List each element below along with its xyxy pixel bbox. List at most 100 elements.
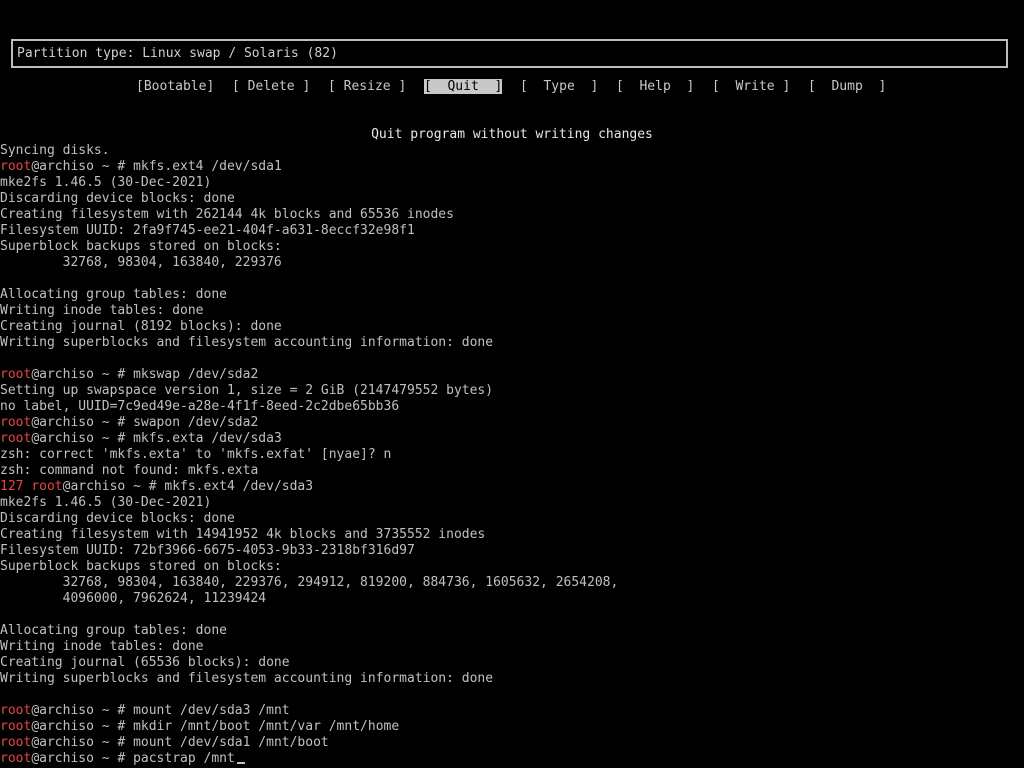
prompt-host: @archiso ~ # (31, 159, 134, 174)
command-text: mkswap /dev/sda2 (133, 367, 259, 382)
terminal-line: Superblock backups stored on blocks: (0, 239, 1024, 255)
command-text: mkdir /mnt/boot /mnt/var /mnt/home (133, 719, 400, 734)
terminal-prompt-line: 127 root@archiso ~ # mkfs.ext4 /dev/sda3 (0, 479, 1024, 495)
terminal-prompt-line: root@archiso ~ # pacstrap /mnt (0, 751, 1024, 767)
terminal-line: no label, UUID=7c9ed49e-a28e-4f1f-8eed-2… (0, 399, 1024, 415)
prompt-user: root (31, 479, 63, 494)
output-text: Creating journal (65536 blocks): done (0, 655, 290, 670)
terminal-line: Allocating group tables: done (0, 287, 1024, 303)
prompt-host: @archiso ~ # (31, 719, 134, 734)
output-text: 32768, 98304, 163840, 229376 (0, 255, 282, 270)
prompt-host: @archiso ~ # (31, 751, 134, 766)
menu-delete[interactable]: [ Delete ] (232, 79, 310, 95)
prompt-user: root (0, 159, 32, 174)
output-text: Superblock backups stored on blocks: (0, 239, 282, 254)
terminal-line: Writing superblocks and filesystem accou… (0, 335, 1024, 351)
output-text: Filesystem UUID: 72bf3966-6675-4053-9b33… (0, 543, 415, 558)
terminal-line: Superblock backups stored on blocks: (0, 559, 1024, 575)
terminal-line: Creating journal (65536 blocks): done (0, 655, 1024, 671)
command-text: mkfs.exta /dev/sda3 (133, 431, 282, 446)
menu-quit-label: [ Quit ] (424, 79, 503, 94)
terminal-prompt-line: root@archiso ~ # mount /dev/sda1 /mnt/bo… (0, 735, 1024, 751)
terminal-line: Creating filesystem with 14941952 4k blo… (0, 527, 1024, 543)
terminal-line: Creating filesystem with 262144 4k block… (0, 207, 1024, 223)
prompt-host: @archiso ~ # (31, 367, 134, 382)
output-text: 32768, 98304, 163840, 229376, 294912, 81… (0, 575, 619, 590)
output-text: zsh: command not found: mkfs.exta (0, 463, 259, 478)
menu-write[interactable]: [ Write ] (712, 79, 790, 95)
menu-dump[interactable]: [ Dump ] (808, 79, 886, 95)
terminal-line: Creating journal (8192 blocks): done (0, 319, 1024, 335)
terminal-line: 4096000, 7962624, 11239424 (0, 591, 1024, 607)
menu-resize-label: [ Resize ] (328, 79, 407, 94)
terminal-line: Allocating group tables: done (0, 623, 1024, 639)
terminal-line: 32768, 98304, 163840, 229376, 294912, 81… (0, 575, 1024, 591)
output-text: Discarding device blocks: done (0, 191, 235, 206)
terminal-prompt-line: root@archiso ~ # mkswap /dev/sda2 (0, 367, 1024, 383)
output-text: Allocating group tables: done (0, 287, 227, 302)
terminal-prompt-line: root@archiso ~ # swapon /dev/sda2 (0, 415, 1024, 431)
command-text: mount /dev/sda1 /mnt/boot (133, 735, 329, 750)
terminal-prompt-line: root@archiso ~ # mkfs.ext4 /dev/sda1 (0, 159, 1024, 175)
terminal-line: Discarding device blocks: done (0, 191, 1024, 207)
command-text: pacstrap /mnt (133, 751, 235, 766)
menu-type[interactable]: [ Type ] (520, 79, 598, 95)
prompt-host: @archiso ~ # (31, 431, 134, 446)
terminal-line: Syncing disks. (0, 143, 1024, 159)
output-text: Setting up swapspace version 1, size = 2… (0, 383, 494, 398)
output-text: Discarding device blocks: done (0, 511, 235, 526)
menu-bootable[interactable]: [Bootable] (136, 79, 214, 95)
terminal-line: zsh: command not found: mkfs.exta (0, 463, 1024, 479)
output-text: Writing inode tables: done (0, 639, 204, 654)
output-text: Syncing disks. (0, 143, 110, 158)
output-text: Creating journal (8192 blocks): done (0, 319, 282, 334)
prompt-user: root (0, 751, 32, 766)
terminal-prompt-line: root@archiso ~ # mkfs.exta /dev/sda3 (0, 431, 1024, 447)
status-message: Quit program without writing changes (371, 127, 653, 142)
prompt-user: root (0, 415, 32, 430)
exit-code: 127 (0, 479, 32, 494)
menu-type-label: [ Type ] (520, 79, 599, 94)
menu-help-label: [ Help ] (616, 79, 695, 94)
output-text: Writing inode tables: done (0, 303, 204, 318)
command-text: swapon /dev/sda2 (133, 415, 259, 430)
prompt-user: root (0, 735, 32, 750)
menu-quit[interactable]: [ Quit ] (424, 79, 503, 95)
prompt-host: @archiso ~ # (31, 415, 134, 430)
menu-help[interactable]: [ Help ] (616, 79, 694, 95)
output-text: Writing superblocks and filesystem accou… (0, 335, 494, 350)
prompt-user: root (0, 719, 32, 734)
output-text: mke2fs 1.46.5 (30-Dec-2021) (0, 175, 212, 190)
output-text: no label, UUID=7c9ed49e-a28e-4f1f-8eed-2… (0, 399, 400, 414)
terminal-line: 32768, 98304, 163840, 229376 (0, 255, 1024, 271)
prompt-user: root (0, 367, 32, 382)
menu-delete-label: [ Delete ] (232, 79, 311, 94)
terminal-line: Writing inode tables: done (0, 303, 1024, 319)
terminal-output[interactable]: Syncing disks. root@archiso ~ # mkfs.ext4… (0, 143, 1024, 767)
terminal-prompt-line: root@archiso ~ # mkdir /mnt/boot /mnt/va… (0, 719, 1024, 735)
prompt-host: @archiso ~ # (31, 735, 134, 750)
command-text: mount /dev/sda3 /mnt (133, 703, 290, 718)
output-text: Creating filesystem with 262144 4k block… (0, 207, 454, 222)
terminal-line: Filesystem UUID: 72bf3966-6675-4053-9b33… (0, 543, 1024, 559)
prompt-user: root (0, 703, 32, 718)
text-cursor (236, 762, 245, 764)
output-text: zsh: correct 'mkfs.exta' to 'mkfs.exfat'… (0, 447, 392, 462)
prompt-host: @archiso ~ # (62, 479, 165, 494)
menu-dump-label: [ Dump ] (808, 79, 887, 94)
menu-resize[interactable]: [ Resize ] (328, 79, 406, 95)
output-text: Filesystem UUID: 2fa9f745-ee21-404f-a631… (0, 223, 415, 238)
terminal-line: Writing inode tables: done (0, 639, 1024, 655)
prompt-host: @archiso ~ # (31, 703, 134, 718)
terminal-line: Setting up swapspace version 1, size = 2… (0, 383, 1024, 399)
menu-bootable-label: [Bootable] (136, 79, 215, 94)
output-text: 4096000, 7962624, 11239424 (0, 591, 267, 606)
menu-write-label: [ Write ] (712, 79, 791, 94)
command-text: mkfs.ext4 /dev/sda1 (133, 159, 282, 174)
terminal-line: mke2fs 1.46.5 (30-Dec-2021) (0, 495, 1024, 511)
output-text: Superblock backups stored on blocks: (0, 559, 282, 574)
